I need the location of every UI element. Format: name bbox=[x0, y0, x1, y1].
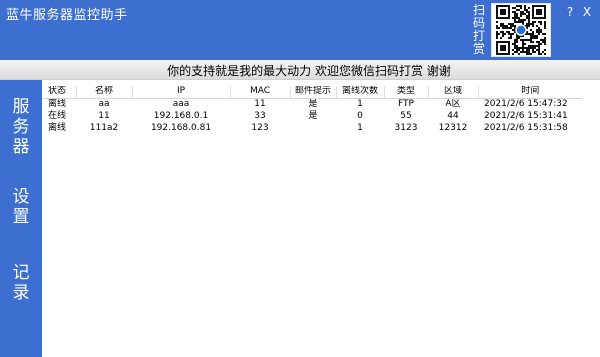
cell-time: 2021/2/6 15:31:41 bbox=[484, 110, 568, 121]
table-header-row: 状态 名称 IP MAC 邮件提示 离线次数 类型 区域 时间 bbox=[42, 86, 582, 99]
column-header-time[interactable]: 时间 bbox=[477, 86, 582, 99]
scan-tip-label: 扫码打赏 bbox=[472, 3, 485, 56]
sidebar-item-label: 服务器 bbox=[12, 97, 30, 157]
donation-banner: 你的支持就是我的最大动力 欢迎您微信扫码打赏 谢谢 bbox=[0, 60, 600, 80]
sidebar-item-records[interactable]: 记录 bbox=[0, 263, 42, 303]
column-header-email-alert[interactable]: 邮件提示 bbox=[289, 86, 336, 99]
column-header-name[interactable]: 名称 bbox=[75, 86, 132, 99]
cell-region: A区 bbox=[445, 98, 461, 109]
column-header-region[interactable]: 区域 bbox=[427, 86, 478, 99]
title-bar: 蓝牛服务器监控助手 扫码打赏 ? X bbox=[0, 0, 600, 60]
cell-status: 离线 bbox=[48, 122, 67, 133]
sidebar-item-servers[interactable]: 服务器 bbox=[0, 97, 42, 157]
sidebar-item-settings[interactable]: 设置 bbox=[0, 187, 42, 227]
cell-mac: 123 bbox=[251, 122, 269, 133]
table-row[interactable]: 离线 aa aaa 11 是 1 FTP A区 2021/2/6 15:47:3… bbox=[42, 98, 582, 110]
cell-status: 离线 bbox=[48, 98, 67, 109]
cell-email-alert: 是 bbox=[308, 110, 318, 121]
cell-email-alert bbox=[290, 122, 336, 134]
cell-type: FTP bbox=[398, 98, 414, 109]
cell-mac: 11 bbox=[254, 98, 266, 109]
close-button[interactable]: X bbox=[580, 5, 594, 19]
cell-time: 2021/2/6 15:47:32 bbox=[484, 98, 568, 109]
wechat-qr-code-image bbox=[491, 3, 551, 57]
help-button[interactable]: ? bbox=[563, 5, 577, 19]
cell-ip: 192.168.0.1 bbox=[153, 110, 209, 121]
server-table: 状态 名称 IP MAC 邮件提示 离线次数 类型 区域 时间 离线 aa aa… bbox=[42, 86, 600, 134]
sidebar-item-label: 记录 bbox=[12, 263, 30, 303]
cell-time: 2021/2/6 15:31:58 bbox=[484, 122, 568, 133]
cell-offline-count: 1 bbox=[357, 122, 363, 133]
cell-email-alert: 是 bbox=[308, 98, 318, 109]
app-title: 蓝牛服务器监控助手 bbox=[6, 8, 128, 23]
column-header-ip[interactable]: IP bbox=[131, 86, 230, 99]
cell-status: 在线 bbox=[48, 110, 67, 121]
cell-type: 55 bbox=[400, 110, 412, 121]
column-header-type[interactable]: 类型 bbox=[383, 86, 428, 99]
cell-offline-count: 1 bbox=[357, 98, 363, 109]
table-row[interactable]: 在线 11 192.168.0.1 33 是 0 55 44 2021/2/6 … bbox=[42, 110, 582, 122]
cell-type: 3123 bbox=[394, 122, 418, 133]
sidebar: 服务器 设置 记录 bbox=[0, 80, 42, 357]
cell-name: aa bbox=[98, 98, 110, 109]
column-header-offline-count[interactable]: 离线次数 bbox=[335, 86, 384, 99]
cell-name: 11 bbox=[98, 110, 110, 121]
cell-ip: 192.168.0.81 bbox=[150, 122, 212, 133]
cell-region: 12312 bbox=[438, 122, 468, 133]
cell-offline-count: 0 bbox=[357, 110, 363, 121]
sidebar-item-label: 设置 bbox=[12, 187, 30, 227]
cell-mac: 33 bbox=[254, 110, 266, 121]
column-header-mac[interactable]: MAC bbox=[229, 86, 290, 99]
cell-ip: aaa bbox=[172, 98, 190, 109]
cell-name: 111a2 bbox=[89, 122, 119, 133]
column-header-status[interactable]: 状态 bbox=[42, 86, 76, 99]
donation-banner-text: 你的支持就是我的最大动力 欢迎您微信扫码打赏 谢谢 bbox=[167, 64, 451, 78]
table-row[interactable]: 离线 111a2 192.168.0.81 123 1 3123 12312 2… bbox=[42, 122, 582, 134]
cell-region: 44 bbox=[447, 110, 459, 121]
